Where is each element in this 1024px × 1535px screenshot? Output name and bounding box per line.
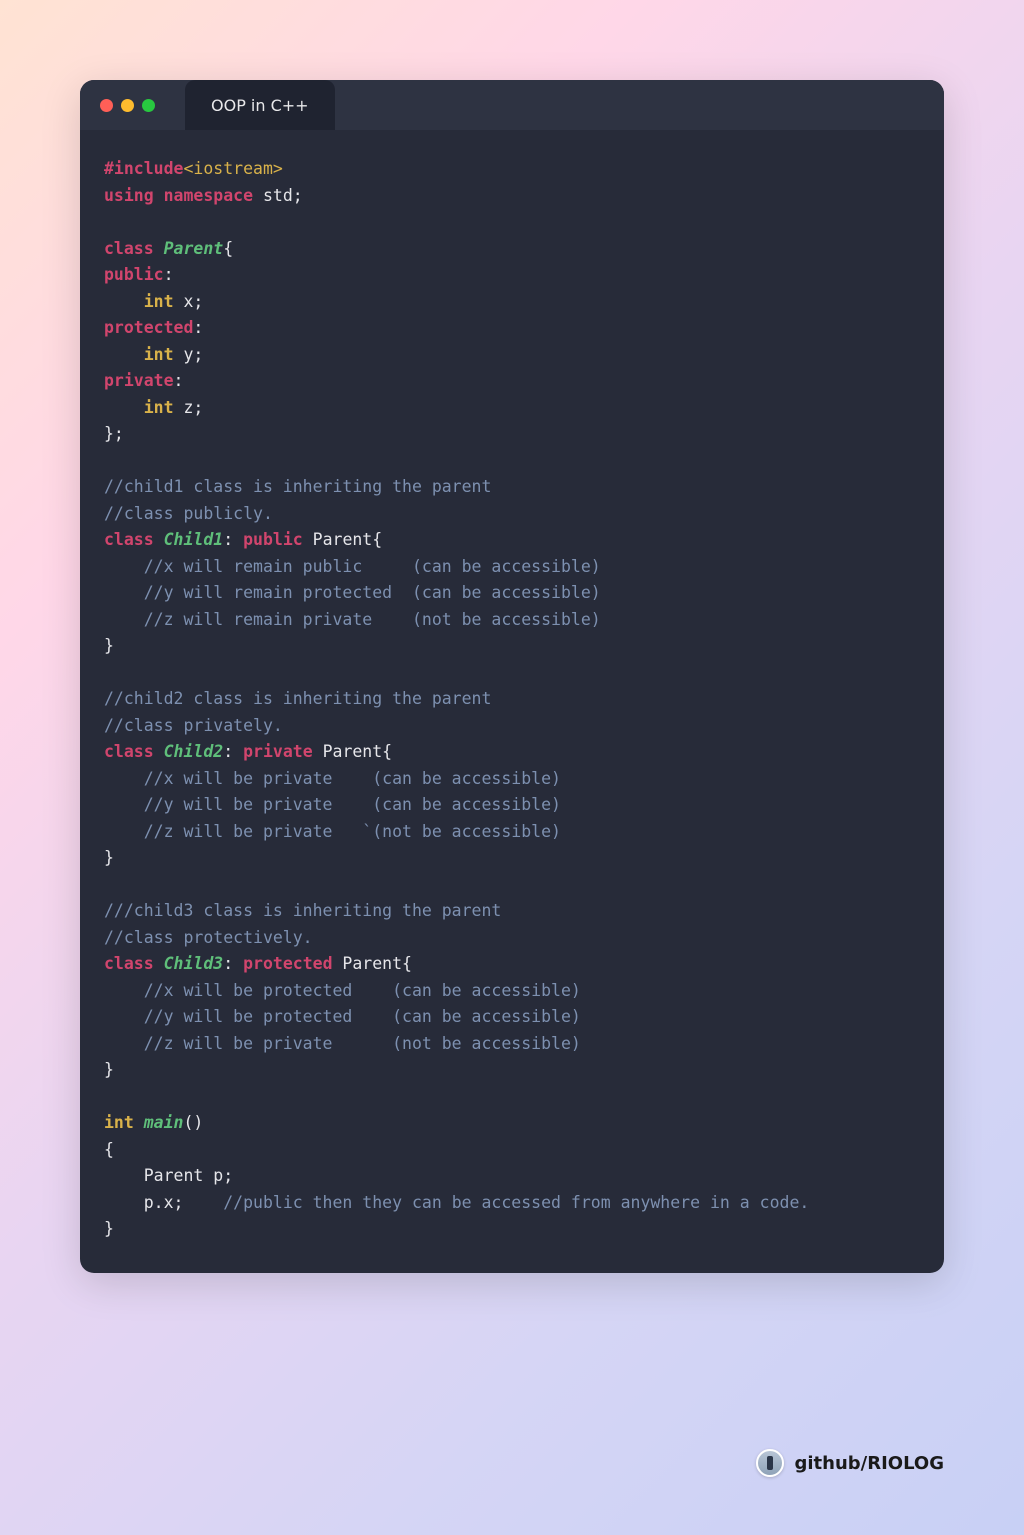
comment: //class publicly. (104, 504, 273, 523)
type-int: int (144, 292, 174, 311)
comment: //child2 class is inheriting the parent (104, 689, 491, 708)
avatar (756, 1449, 784, 1477)
window-controls (100, 99, 155, 112)
comment: //x will remain public (can be accessibl… (104, 557, 601, 576)
comment: //x will be private (can be accessible) (104, 769, 561, 788)
class-child3: Child3 (164, 954, 224, 973)
comment: //class protectively. (104, 928, 313, 947)
var-z: z; (174, 398, 204, 417)
code-window: OOP in C++ #include<iostream> using name… (80, 80, 944, 1273)
close-icon[interactable] (100, 99, 113, 112)
stmt-px: p.x; (104, 1193, 183, 1212)
preproc-include: #include (104, 159, 183, 178)
comment: //y will be protected (can be accessible… (104, 1007, 581, 1026)
header-iostream: <iostream> (183, 159, 282, 178)
credit-line: github/RIOLOG (756, 1449, 944, 1477)
comment: ///child3 class is inheriting the parent (104, 901, 501, 920)
comment: //public then they can be accessed from … (183, 1193, 809, 1212)
kw-class: class (104, 239, 154, 258)
maximize-icon[interactable] (142, 99, 155, 112)
kw-public: public (104, 265, 164, 284)
type-int: int (104, 1113, 134, 1132)
comment: //class privately. (104, 716, 283, 735)
var-x: x; (174, 292, 204, 311)
kw-namespace: namespace (164, 186, 253, 205)
var-y: y; (174, 345, 204, 364)
std: std; (253, 186, 303, 205)
comment: //child1 class is inheriting the parent (104, 477, 491, 496)
comment: //y will be private (can be accessible) (104, 795, 561, 814)
comment: //z will be private (not be accessible) (104, 1034, 581, 1053)
fn-main: main (144, 1113, 184, 1132)
comment: //y will remain protected (can be access… (104, 583, 601, 602)
comment: //z will remain private (not be accessib… (104, 610, 601, 629)
kw-using: using (104, 186, 154, 205)
minimize-icon[interactable] (121, 99, 134, 112)
credit-text[interactable]: github/RIOLOG (794, 1453, 944, 1474)
stmt-parent-p: Parent p; (104, 1166, 233, 1185)
kw-protected: protected (104, 318, 193, 337)
class-child2: Child2 (164, 742, 224, 761)
class-parent: Parent (164, 239, 224, 258)
file-tab[interactable]: OOP in C++ (185, 80, 335, 130)
kw-private: private (104, 371, 174, 390)
comment: //z will be private `(not be accessible) (104, 822, 561, 841)
class-child1: Child1 (164, 530, 224, 549)
code-content: #include<iostream> using namespace std; … (80, 130, 944, 1273)
comment: //x will be protected (can be accessible… (104, 981, 581, 1000)
titlebar: OOP in C++ (80, 80, 944, 130)
